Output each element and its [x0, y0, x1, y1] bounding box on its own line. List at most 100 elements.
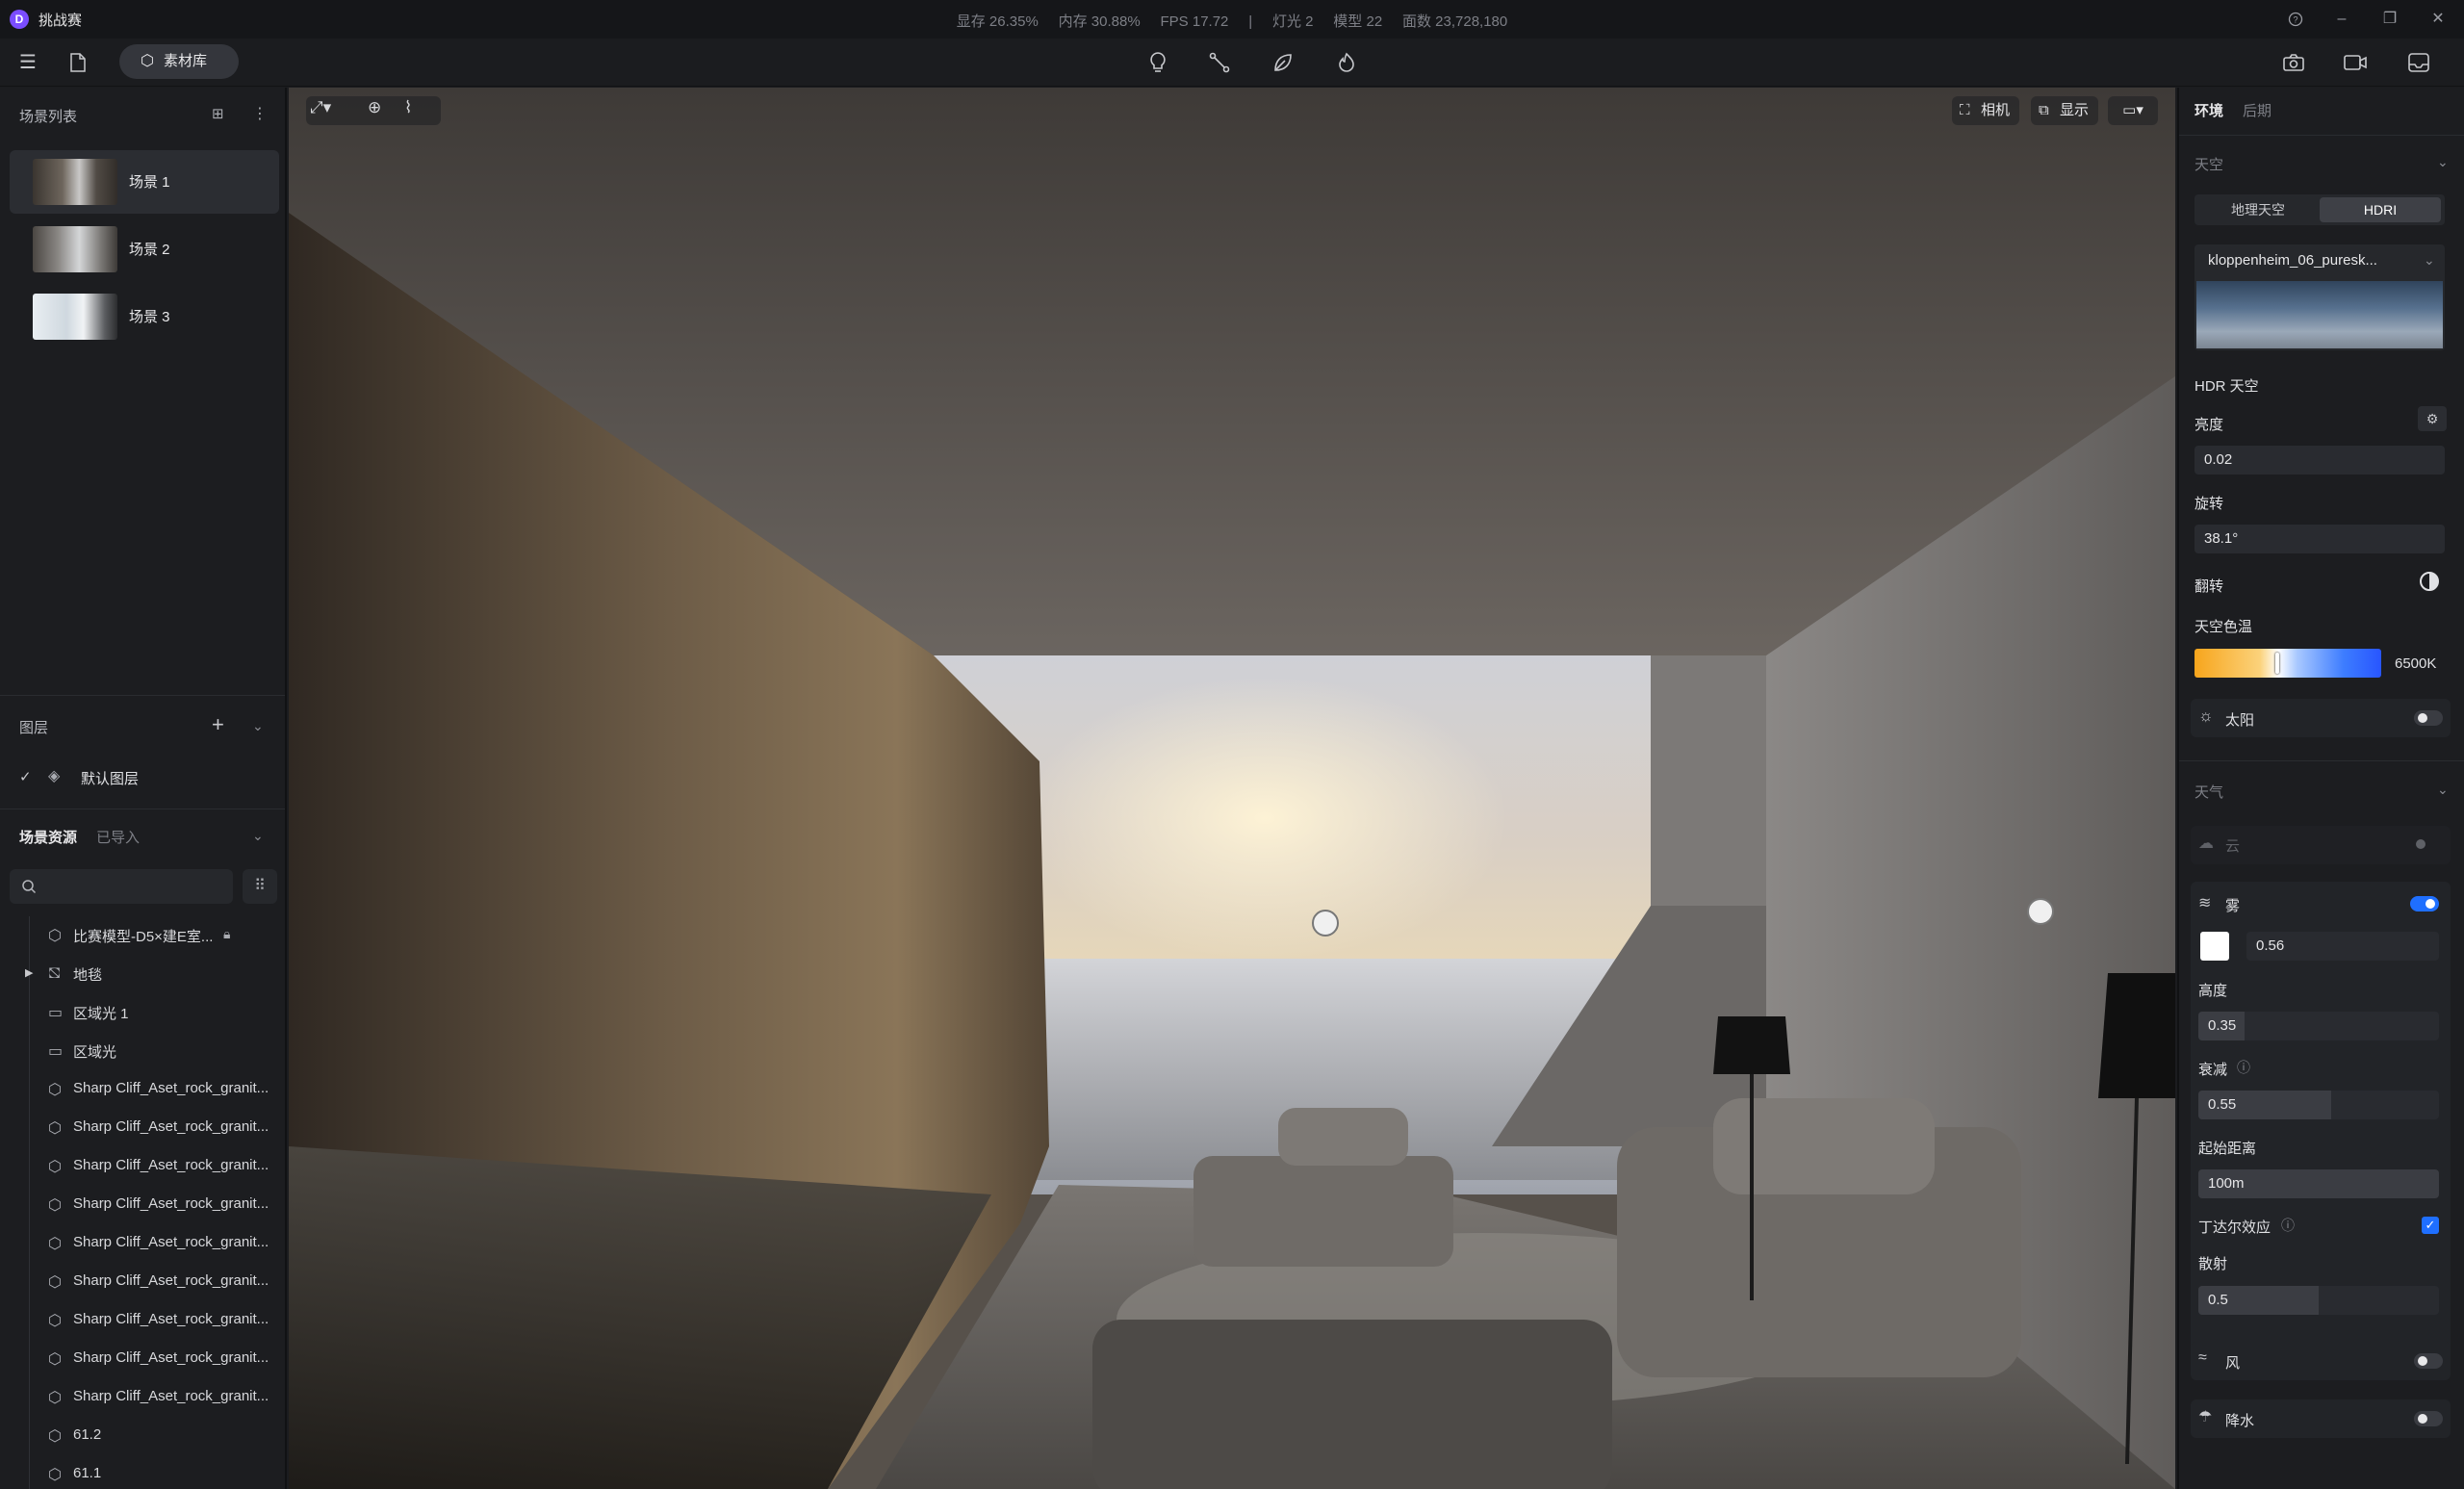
falloff-label: 衰减 — [2198, 1062, 2228, 1078]
restore-button[interactable]: ❐ — [2377, 8, 2402, 31]
scatter-value: 0.5 — [2208, 1292, 2228, 1308]
leaf-icon[interactable] — [1267, 46, 1299, 79]
add-layer-icon[interactable]: + — [212, 712, 224, 737]
snap-tool-icon[interactable]: ⌇ — [404, 98, 412, 117]
layers-collapse-icon[interactable]: ⌄ — [252, 718, 264, 734]
resource-row[interactable]: ▭ 区域光 — [0, 1032, 285, 1070]
color-temp-handle[interactable] — [2275, 653, 2279, 674]
resources-filter-icon[interactable]: ⌄ — [252, 828, 264, 844]
scatter-slider[interactable]: 0.5 — [2198, 1286, 2439, 1315]
resource-label: 61.1 — [73, 1465, 102, 1481]
camera-button[interactable]: ⛶ 相机 — [1952, 96, 2019, 125]
model-icon: ⬡ — [48, 1120, 62, 1137]
resource-row[interactable]: ⬡ 61.2 — [0, 1417, 285, 1455]
sun-label: 太阳 — [2225, 712, 2255, 729]
scene-thumbnail — [33, 159, 117, 205]
fog-density-field[interactable]: 0.56 — [2246, 932, 2439, 961]
flip-toggle-icon[interactable] — [2420, 572, 2439, 591]
rotation-field[interactable]: 38.1° — [2194, 525, 2445, 553]
fog-height-slider[interactable]: 0.35 — [2198, 1012, 2439, 1040]
precipitation-toggle[interactable] — [2414, 1411, 2443, 1426]
default-layer-label[interactable]: 默认图层 — [81, 768, 139, 788]
screenshot-camera-icon[interactable] — [2277, 46, 2310, 79]
resource-row[interactable]: ⬡ Sharp Cliff_Aset_rock_granit... — [0, 1263, 285, 1301]
resource-row[interactable]: ⬡ Sharp Cliff_Aset_rock_granit... — [0, 1070, 285, 1109]
search-input[interactable] — [10, 869, 233, 904]
transform-tool-icon[interactable]: ⤢▾ — [310, 98, 331, 117]
tyndall-help-icon[interactable]: ⓘ — [2281, 1216, 2295, 1235]
tab-environment[interactable]: 环境 — [2194, 100, 2223, 120]
color-temp-slider[interactable] — [2194, 649, 2381, 678]
resource-row[interactable]: ▭ 区域光 1 — [0, 993, 285, 1032]
svg-text:?: ? — [2293, 15, 2297, 25]
add-scene-icon[interactable]: ⊞ — [212, 105, 224, 122]
globe-icon[interactable]: ⊕ — [368, 98, 381, 117]
scene-item-3[interactable]: 场景 3 — [10, 285, 279, 348]
view-options-button[interactable]: ▭▾ — [2108, 96, 2158, 125]
resource-row[interactable]: ⬡ 61.1 — [0, 1455, 285, 1489]
minimize-button[interactable]: – — [2329, 8, 2354, 31]
display-layers-icon: ⧉ — [2039, 102, 2049, 118]
fog-label: 雾 — [2225, 898, 2241, 914]
close-button[interactable]: ✕ — [2426, 8, 2451, 31]
menu-icon[interactable]: ☰ — [12, 46, 44, 79]
video-record-icon[interactable] — [2339, 46, 2372, 79]
more-options-icon[interactable]: ⋮ — [252, 104, 268, 123]
area-light-icon: ▭ — [48, 1005, 64, 1021]
cloud-icon: ☁ — [2198, 835, 2214, 852]
weather-section-title: 天气 — [2194, 784, 2224, 801]
light-bulb-icon[interactable] — [1142, 46, 1174, 79]
resource-row[interactable]: ⬡ 比赛模型-D5×建E室... 🔒︎ — [0, 916, 285, 955]
tab-imported[interactable]: 已导入 — [96, 827, 140, 847]
fog-color-swatch[interactable] — [2200, 932, 2229, 961]
expand-arrow-icon[interactable]: ▶ — [25, 966, 33, 979]
tab-scene-resources[interactable]: 场景资源 — [19, 827, 77, 847]
start-dist-field[interactable]: 100m — [2198, 1169, 2439, 1198]
resource-row[interactable]: ⬡ Sharp Cliff_Aset_rock_granit... — [0, 1186, 285, 1224]
display-button[interactable]: ⧉ 显示 — [2031, 96, 2098, 125]
resource-label: 区域光 1 — [73, 1006, 129, 1022]
layers-icon: ◈ — [48, 768, 61, 784]
model-icon: ⬡ — [48, 1159, 62, 1175]
render-output-icon[interactable] — [2402, 46, 2435, 79]
scene-item-1[interactable]: 场景 1 — [10, 150, 279, 214]
cloud-toggle[interactable] — [2416, 839, 2426, 849]
resource-row[interactable]: ⬡ Sharp Cliff_Aset_rock_granit... — [0, 1109, 285, 1147]
lock-icon[interactable]: 🔒︎ — [223, 926, 230, 942]
weather-collapse-icon[interactable]: ⌄ — [2437, 782, 2449, 798]
tab-post[interactable]: 后期 — [2243, 100, 2272, 120]
sun-toggle[interactable] — [2414, 710, 2443, 726]
adjust-sliders-icon[interactable]: ⚙ — [2418, 406, 2447, 431]
fog-toggle[interactable] — [2410, 896, 2439, 911]
scene-render — [289, 88, 2175, 1489]
resource-row[interactable]: ⬡ Sharp Cliff_Aset_rock_granit... — [0, 1147, 285, 1186]
hdri-dropdown-icon[interactable]: ⌄ — [2424, 252, 2435, 269]
resource-row[interactable]: ▶ ⛞ 地毯 — [0, 955, 285, 993]
resource-row[interactable]: ⬡ Sharp Cliff_Aset_rock_granit... — [0, 1378, 285, 1417]
library-button[interactable]: ⬡ 素材库 — [119, 44, 239, 79]
render-viewport[interactable]: ⤢▾ ⊕ ⌇ ⛶ 相机 ⧉ 显示 ▭▾ — [289, 88, 2175, 1489]
file-sync-icon[interactable] — [62, 46, 94, 79]
sky-mode-hdri[interactable]: HDRI — [2320, 197, 2441, 222]
scene-list-title: 场景列表 — [19, 109, 78, 125]
falloff-help-icon[interactable]: ⓘ — [2237, 1058, 2250, 1077]
help-icon[interactable]: ? — [2283, 8, 2308, 31]
resource-row[interactable]: ⬡ Sharp Cliff_Aset_rock_granit... — [0, 1301, 285, 1340]
falloff-slider[interactable]: 0.55 — [2198, 1091, 2439, 1119]
search-icon — [22, 880, 37, 894]
check-icon[interactable]: ✓ — [19, 768, 32, 785]
sky-section-title: 天空 — [2194, 157, 2224, 173]
wind-toggle[interactable] — [2414, 1353, 2443, 1369]
grid-view-button[interactable]: ⠿ — [243, 869, 277, 904]
sky-collapse-icon[interactable]: ⌄ — [2437, 154, 2449, 170]
resource-row[interactable]: ⬡ Sharp Cliff_Aset_rock_granit... — [0, 1340, 285, 1378]
brightness-label: 亮度 — [2194, 417, 2224, 433]
brightness-field[interactable]: 0.02 — [2194, 446, 2445, 475]
resource-row[interactable]: ⬡ Sharp Cliff_Aset_rock_granit... — [0, 1224, 285, 1263]
scene-item-2[interactable]: 场景 2 — [10, 218, 279, 281]
sky-mode-geo[interactable]: 地理天空 — [2198, 197, 2318, 222]
tyndall-checkbox[interactable]: ✓ — [2422, 1217, 2439, 1234]
layers-title: 图层 — [19, 720, 49, 736]
path-tool-icon[interactable] — [1203, 46, 1236, 79]
fire-effect-icon[interactable] — [1330, 46, 1363, 79]
